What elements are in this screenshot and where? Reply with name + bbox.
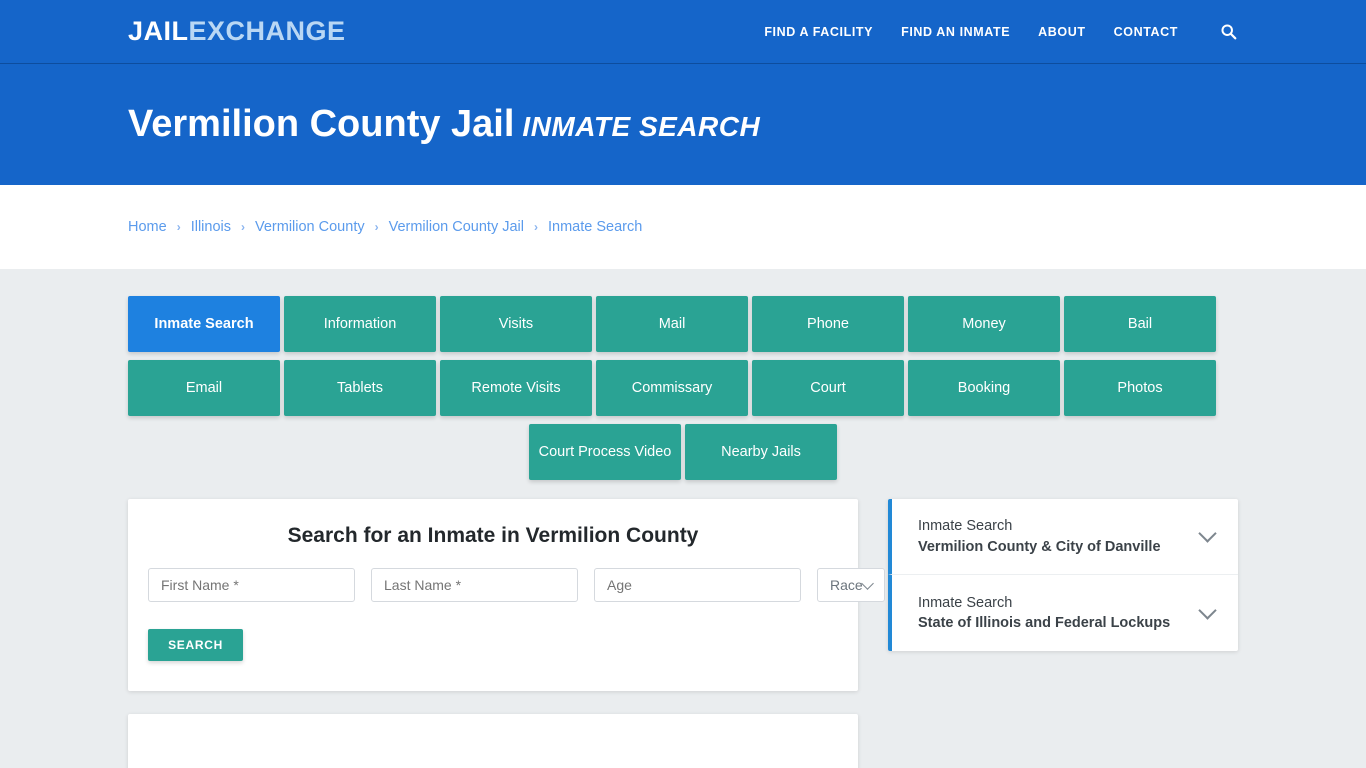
chevron-down-icon[interactable] <box>1198 600 1217 620</box>
hero-banner: Vermilion County Jail INMATE SEARCH <box>0 64 1366 185</box>
tab-remote-visits[interactable]: Remote Visits <box>440 360 592 416</box>
tab-money[interactable]: Money <box>908 296 1060 352</box>
search-form-heading: Search for an Inmate in Vermilion County <box>287 524 699 547</box>
accordion-item-text: Inmate Search Vermilion County & City of… <box>918 516 1191 557</box>
secondary-results-card <box>128 714 858 768</box>
first-name-input[interactable] <box>148 568 355 602</box>
breadcrumb-item-vermilion-county[interactable]: Vermilion County <box>255 219 365 235</box>
race-select[interactable]: Race <box>817 568 885 602</box>
last-name-input[interactable] <box>371 568 578 602</box>
tab-court-process-video[interactable]: Court Process Video <box>529 424 681 480</box>
breadcrumb-item-home[interactable]: Home <box>128 219 167 235</box>
tab-inmate-search[interactable]: Inmate Search <box>128 296 280 352</box>
inmate-search-accordion: Inmate Search Vermilion County & City of… <box>888 499 1238 651</box>
breadcrumb-separator-icon: › <box>534 220 538 234</box>
tab-row-3: Court Process Video Nearby Jails <box>128 424 1238 480</box>
accordion-item-text: Inmate Search State of Illinois and Fede… <box>918 593 1191 634</box>
accordion-item-state-federal-search[interactable]: Inmate Search State of Illinois and Fede… <box>888 575 1238 651</box>
content-columns: Search for an Inmate in Vermilion County… <box>128 499 1238 768</box>
breadcrumb-bar: Home › Illinois › Vermilion County › Ver… <box>0 185 1366 269</box>
tab-email[interactable]: Email <box>128 360 280 416</box>
breadcrumb-item-illinois[interactable]: Illinois <box>191 219 231 235</box>
breadcrumb-item-inmate-search: Inmate Search <box>548 219 643 235</box>
search-icon[interactable] <box>1218 22 1238 42</box>
nav-item-find-an-inmate[interactable]: FIND AN INMATE <box>901 25 1010 39</box>
sidebar-column: Inmate Search Vermilion County & City of… <box>888 499 1238 651</box>
tab-visits[interactable]: Visits <box>440 296 592 352</box>
accordion-item-line1: Inmate Search <box>918 518 1013 535</box>
search-field-row: Race <box>148 568 885 602</box>
tab-commissary[interactable]: Commissary <box>596 360 748 416</box>
search-button[interactable]: SEARCH <box>148 629 243 661</box>
tab-row-2: Email Tablets Remote Visits Commissary C… <box>128 360 1238 416</box>
tab-phone[interactable]: Phone <box>752 296 904 352</box>
page-title: Vermilion County Jail INMATE SEARCH <box>128 102 761 146</box>
page-title-sub: INMATE SEARCH <box>522 110 761 142</box>
page-body: Inmate Search Information Visits Mail Ph… <box>0 269 1366 768</box>
main-nav: FIND A FACILITY FIND AN INMATE ABOUT CON… <box>764 22 1238 42</box>
logo-text-primary: JAIL <box>128 16 189 46</box>
logo-text-secondary: EXCHANGE <box>188 16 346 46</box>
accordion-item-line2: State of Illinois and Federal Lockups <box>918 615 1171 631</box>
tab-court[interactable]: Court <box>752 360 904 416</box>
tab-tablets[interactable]: Tablets <box>284 360 436 416</box>
section-tabs: Inmate Search Information Visits Mail Ph… <box>128 269 1238 480</box>
site-logo[interactable]: JAILEXCHANGE <box>128 18 346 45</box>
breadcrumb-separator-icon: › <box>240 220 245 234</box>
accordion-item-county-search[interactable]: Inmate Search Vermilion County & City of… <box>888 499 1238 575</box>
breadcrumb-item-vermilion-county-jail[interactable]: Vermilion County Jail <box>389 219 524 235</box>
tab-mail[interactable]: Mail <box>596 296 748 352</box>
tab-bail[interactable]: Bail <box>1064 296 1216 352</box>
accordion-item-line1: Inmate Search <box>918 594 1013 611</box>
breadcrumb: Home › Illinois › Vermilion County › Ver… <box>128 219 642 235</box>
site-header: JAILEXCHANGE FIND A FACILITY FIND AN INM… <box>0 0 1366 64</box>
tab-photos[interactable]: Photos <box>1064 360 1216 416</box>
breadcrumb-separator-icon: › <box>374 220 379 234</box>
tab-booking[interactable]: Booking <box>908 360 1060 416</box>
nav-item-about[interactable]: ABOUT <box>1038 25 1085 39</box>
inmate-search-card: Search for an Inmate in Vermilion County… <box>128 499 885 691</box>
nav-item-find-a-facility[interactable]: FIND A FACILITY <box>764 25 873 39</box>
race-select-value: Race <box>830 577 863 593</box>
page-title-main: Vermilion County Jail <box>128 102 515 145</box>
breadcrumb-separator-icon: › <box>176 220 181 234</box>
tab-nearby-jails[interactable]: Nearby Jails <box>685 424 837 480</box>
chevron-down-icon[interactable] <box>1198 524 1217 543</box>
tab-information[interactable]: Information <box>284 296 436 352</box>
age-input[interactable] <box>594 568 801 602</box>
accordion-item-line2: Vermilion County & City of Danville <box>918 538 1161 555</box>
main-column: Search for an Inmate in Vermilion County… <box>128 499 885 768</box>
nav-item-contact[interactable]: CONTACT <box>1114 25 1178 39</box>
tab-row-1: Inmate Search Information Visits Mail Ph… <box>128 296 1238 352</box>
